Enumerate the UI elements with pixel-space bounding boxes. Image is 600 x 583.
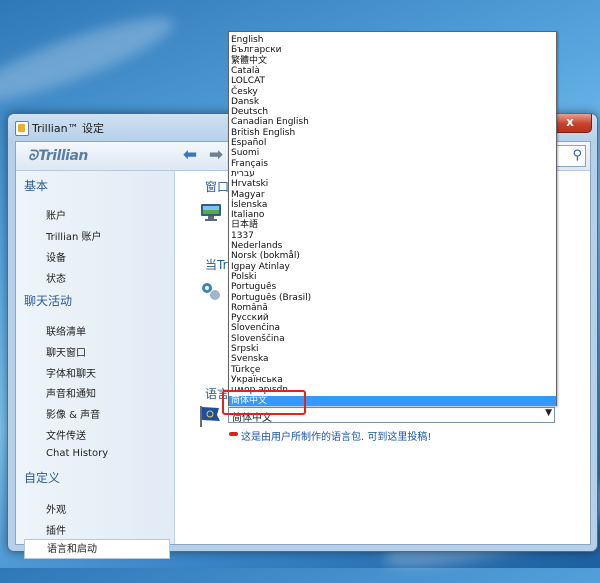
dropdown-option[interactable]: Slovenčina <box>231 323 280 333</box>
dropdown-option[interactable]: Italiano <box>231 210 264 220</box>
dropdown-option[interactable]: Polski <box>231 272 257 282</box>
dropdown-option[interactable]: Norsk (bokmål) <box>231 251 300 261</box>
sidebar-item-video-audio[interactable]: 影像 & 声音 <box>46 406 100 421</box>
sidebar-category-basic[interactable]: 基本 <box>24 177 48 194</box>
chevron-down-icon[interactable]: ▼ <box>545 408 552 418</box>
sidebar-item-sounds[interactable]: 声音和通知 <box>46 385 96 400</box>
sidebar: 基本 账户 Trillian 账户 设备 状态 聊天活动 联络清单 聊天窗口 字… <box>16 171 175 559</box>
logo-text: Trillian <box>38 148 88 164</box>
sidebar-item-fonts[interactable]: 字体和聊天 <box>46 365 96 380</box>
dropdown-option[interactable]: Português <box>231 282 276 292</box>
sidebar-item-file-transfer[interactable]: 文件传送 <box>46 427 86 442</box>
sidebar-item-trillian-account[interactable]: Trillian 账户 <box>46 228 102 243</box>
back-arrow-icon[interactable]: ⬅ <box>182 147 198 164</box>
sidebar-item-appearance[interactable]: 外观 <box>46 501 66 516</box>
note-icon <box>229 432 238 436</box>
dropdown-option[interactable]: Suomi <box>231 148 259 158</box>
sidebar-item-chat-history[interactable]: Chat History <box>46 448 108 459</box>
dropdown-option[interactable]: English <box>231 35 264 45</box>
logo-mark-icon: ᘐ <box>28 148 38 164</box>
dropdown-option[interactable]: Português (Brasil) <box>231 293 311 303</box>
sidebar-item-devices[interactable]: 设备 <box>46 249 66 264</box>
dropdown-option[interactable]: Español <box>231 138 266 148</box>
dropdown-option[interactable]: LOLCAT <box>231 76 265 86</box>
desktop-streak <box>0 3 181 117</box>
sidebar-item-accounts[interactable]: 账户 <box>46 207 66 222</box>
dropdown-option[interactable]: Русский <box>231 313 269 323</box>
dropdown-option[interactable]: Nederlands <box>231 241 282 251</box>
monitor-icon <box>201 204 221 221</box>
sidebar-item-chat-window[interactable]: 聊天窗口 <box>46 344 86 359</box>
dropdown-option[interactable]: Hrvatski <box>231 179 268 189</box>
dropdown-option[interactable]: British English <box>231 128 295 138</box>
window-title: Trillian™ 设定 <box>32 122 105 135</box>
dropdown-option[interactable]: Français <box>231 159 268 169</box>
sidebar-category-chat[interactable]: 聊天活动 <box>24 292 72 309</box>
language-submit-link[interactable]: 这是由用户所制作的语言包. 可到这里投稿! <box>241 428 431 443</box>
trillian-logo: ᘐTrillian <box>28 148 88 164</box>
app-icon <box>15 121 29 136</box>
sidebar-item-status[interactable]: 状态 <box>46 270 66 285</box>
language-flag-icon <box>200 406 220 427</box>
dropdown-option[interactable]: Česky <box>231 87 258 97</box>
search-icon[interactable]: ⚲ <box>572 148 582 163</box>
dropdown-option[interactable]: 1337 <box>231 231 254 241</box>
dropdown-option[interactable]: Igpay Atinlay <box>231 262 290 272</box>
dropdown-option[interactable]: Svenska <box>231 354 269 364</box>
dropdown-option[interactable]: Українська <box>231 375 283 385</box>
dropdown-option[interactable]: 繁體中文 <box>231 56 267 66</box>
sidebar-category-customize[interactable]: 自定义 <box>24 469 60 486</box>
language-dropdown-list[interactable]: English Български 繁體中文 Català LOLCAT Česky Dan… <box>228 31 557 406</box>
plugin-icon <box>202 283 220 300</box>
dropdown-option[interactable]: Türkçe <box>231 365 260 375</box>
dropdown-option[interactable]: 日本語 <box>231 220 258 230</box>
dropdown-option[interactable]: Català <box>231 66 260 76</box>
forward-arrow-icon[interactable]: ➡ <box>208 147 224 164</box>
dropdown-option[interactable]: Deutsch <box>231 107 268 117</box>
dropdown-option[interactable]: Dansk <box>231 97 259 107</box>
dropdown-option[interactable]: Canadian English <box>231 117 309 127</box>
sidebar-item-language-startup[interactable]: 语言和启动 <box>24 539 170 559</box>
sidebar-item-contact-list[interactable]: 联络清单 <box>46 323 86 338</box>
dropdown-option[interactable]: Magyar <box>231 190 265 200</box>
dropdown-option[interactable]: Srpski <box>231 344 259 354</box>
dropdown-option[interactable]: Íslenska <box>231 200 267 210</box>
dropdown-option[interactable]: Slovenščina <box>231 334 285 344</box>
dropdown-option[interactable]: Română <box>231 303 268 313</box>
annotation-highlight-box <box>222 390 306 415</box>
dropdown-option[interactable]: עברית <box>231 169 255 179</box>
dropdown-option[interactable]: Български <box>231 45 281 55</box>
sidebar-item-plugins[interactable]: 插件 <box>46 522 66 537</box>
